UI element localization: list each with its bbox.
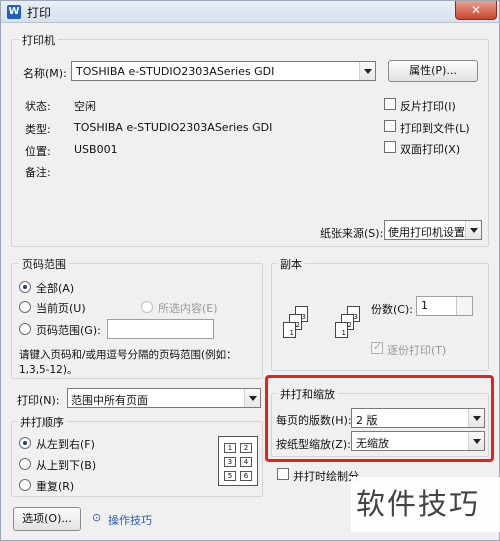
range-pages-radio[interactable] — [19, 323, 31, 335]
printer-name-label: 名称(M): — [23, 67, 67, 80]
location-value: USB001 — [74, 143, 118, 156]
print-to-file-label: 打印到文件(L) — [400, 122, 470, 135]
duplex-print-label: 双面打印(X) — [400, 143, 461, 156]
location-label: 位置: — [25, 145, 51, 158]
mirror-print-label: 反片打印(I) — [400, 100, 456, 113]
page-range-hint-line1: 请键入页码和/或用逗号分隔的页码范围(例如： — [19, 349, 237, 361]
order-grid-cell: 3 — [224, 457, 236, 467]
comment-label: 备注: — [25, 166, 51, 179]
range-all-label: 全部(A) — [36, 282, 75, 295]
tips-icon[interactable]: ⊙ — [92, 511, 101, 524]
page-range-input[interactable] — [107, 319, 214, 339]
title-bar: W 打印 ✕ — [1, 1, 499, 23]
draw-border-checkbox[interactable] — [277, 468, 289, 480]
draw-border-label: 并打时绘制分 — [293, 470, 359, 483]
copies-group-label: 副本 — [277, 256, 305, 272]
paper-source-select[interactable]: 使用打印机设置 — [384, 220, 482, 240]
print-order-group-label: 并打顺序 — [17, 414, 67, 430]
copy-page-icon: 1 — [335, 322, 348, 338]
chevron-down-icon — [359, 62, 375, 80]
paper-source-value: 使用打印机设置 — [388, 226, 465, 239]
type-label: 类型: — [25, 123, 51, 136]
order-left-to-right-label: 从左到右(F) — [36, 438, 95, 451]
copies-count-input[interactable]: 1 — [416, 296, 473, 316]
order-preview: 1 2 3 4 5 6 — [218, 436, 258, 486]
tips-link[interactable]: 操作技巧 — [108, 512, 152, 528]
duplex-print-checkbox[interactable] — [384, 141, 396, 153]
highlight-box — [265, 375, 494, 462]
properties-button[interactable]: 属性(P)... — [388, 60, 478, 82]
close-button[interactable]: ✕ — [455, 1, 497, 20]
printer-name-select[interactable]: TOSHIBA e-STUDIO2303ASeries GDI — [71, 61, 376, 81]
order-left-to-right-radio[interactable] — [19, 437, 31, 449]
chevron-down-icon — [465, 221, 481, 239]
collate-label: 逐份打印(T) — [387, 344, 447, 357]
range-selection-radio[interactable] — [141, 301, 153, 313]
range-all-radio[interactable] — [19, 281, 31, 293]
range-pages-label: 页码范围(G): — [36, 324, 101, 337]
order-repeat-label: 重复(R) — [36, 480, 75, 493]
page-range-group-label: 页码范围 — [19, 256, 69, 272]
order-grid-cell: 1 — [224, 443, 236, 453]
range-selection-label: 所选内容(E) — [158, 302, 218, 315]
order-top-to-bottom-label: 从上到下(B) — [36, 459, 97, 472]
status-label: 状态: — [25, 100, 51, 113]
dialog-title: 打印 — [27, 6, 52, 20]
mirror-print-checkbox[interactable] — [384, 98, 396, 110]
collate-checkbox[interactable] — [371, 340, 383, 354]
copies-count-value: 1 — [421, 299, 428, 312]
copy-page-icon: 1 — [283, 322, 296, 338]
print-dialog: W 打印 ✕ 打印机 名称(M): TOSHIBA e-STUDIO2303AS… — [0, 0, 500, 541]
options-button[interactable]: 选项(O)... — [13, 507, 81, 531]
status-value: 空闲 — [74, 100, 96, 113]
print-what-label: 打印(N): — [17, 394, 60, 407]
print-what-select[interactable]: 范围中所有页面 — [67, 388, 261, 408]
range-current-radio[interactable] — [19, 301, 31, 313]
order-grid-cell: 5 — [224, 471, 236, 481]
page-range-hint-line2: 1,3,5-12)。 — [19, 364, 78, 376]
paper-source-label: 纸张来源(S): — [320, 227, 384, 240]
chevron-down-icon — [244, 389, 260, 407]
copies-spinner[interactable] — [456, 297, 472, 315]
printer-group-label: 打印机 — [19, 32, 58, 48]
print-what-value: 范围中所有页面 — [71, 394, 148, 407]
range-current-label: 当前页(U) — [36, 302, 86, 315]
collate-illustration: 3 2 1 3 2 1 — [277, 296, 367, 351]
print-to-file-checkbox[interactable] — [384, 120, 396, 132]
order-grid-cell: 4 — [240, 457, 252, 467]
printer-name-value: TOSHIBA e-STUDIO2303ASeries GDI — [76, 65, 275, 78]
order-grid-cell: 6 — [240, 471, 252, 481]
copies-count-label: 份数(C): — [371, 303, 413, 316]
type-value: TOSHIBA e-STUDIO2303ASeries GDI — [74, 121, 273, 134]
order-grid-cell: 2 — [240, 443, 252, 453]
order-top-to-bottom-radio[interactable] — [19, 458, 31, 470]
watermark-text: 软件技巧 — [351, 477, 500, 532]
order-repeat-radio[interactable] — [19, 479, 31, 491]
wps-writer-icon: W — [7, 5, 21, 19]
